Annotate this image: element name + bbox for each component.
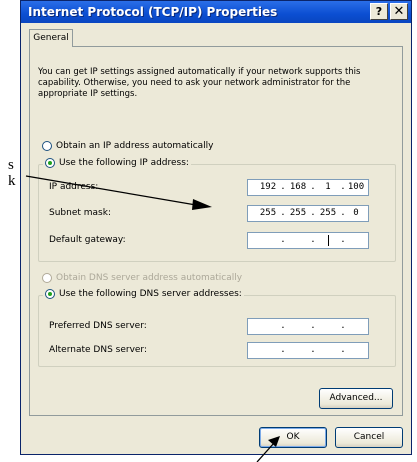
alternate-dns-field[interactable]: ... xyxy=(247,342,369,359)
obtain-ip-auto-label: Obtain an IP address automatically xyxy=(56,141,214,151)
default-gateway-label: Default gateway: xyxy=(49,235,126,245)
ip-octet: 255 xyxy=(289,208,307,218)
ip-address-label: IP address: xyxy=(49,182,99,192)
dns-server-group: Use the following DNS server addresses: … xyxy=(38,289,396,367)
close-button[interactable]: ✕ xyxy=(390,3,408,20)
ip-octet: 100 xyxy=(347,182,365,192)
ip-octet: 192 xyxy=(259,182,277,192)
use-following-ip-radio[interactable] xyxy=(45,158,55,168)
obtain-dns-auto-option[interactable]: Obtain DNS server address automatically xyxy=(42,273,242,283)
ip-octet: 0 xyxy=(353,208,359,218)
intro-text: You can get IP settings assigned automat… xyxy=(38,67,361,99)
use-following-dns-option[interactable]: Use the following DNS server addresses: xyxy=(43,289,244,299)
obtain-ip-auto-option[interactable]: Obtain an IP address automatically xyxy=(42,141,214,151)
close-icon: ✕ xyxy=(393,4,405,19)
title-bar: Internet Protocol (TCP/IP) Properties ? … xyxy=(21,1,411,23)
use-following-dns-radio[interactable] xyxy=(45,289,55,299)
help-button[interactable]: ? xyxy=(370,3,388,20)
obtain-ip-auto-radio[interactable] xyxy=(42,141,52,151)
side-text-fragment-2: k xyxy=(8,173,16,189)
obtain-dns-auto-radio[interactable] xyxy=(42,273,52,283)
preferred-dns-label: Preferred DNS server: xyxy=(49,321,147,331)
window-title: Internet Protocol (TCP/IP) Properties xyxy=(28,5,278,19)
ip-octet: 255 xyxy=(319,208,337,218)
help-icon: ? xyxy=(375,5,383,18)
use-following-ip-option[interactable]: Use the following IP address: xyxy=(43,158,191,168)
preferred-dns-field[interactable]: ... xyxy=(247,318,369,335)
ip-octet: 168 xyxy=(289,182,307,192)
obtain-dns-auto-label: Obtain DNS server address automatically xyxy=(56,273,243,283)
side-text-fragment-1: s xyxy=(8,157,14,173)
alternate-dns-label: Alternate DNS server: xyxy=(49,345,148,355)
general-tab-panel: You can get IP settings assigned automat… xyxy=(29,46,403,416)
use-following-dns-label: Use the following DNS server addresses: xyxy=(59,289,242,299)
use-following-ip-label: Use the following IP address: xyxy=(59,158,189,168)
cancel-button[interactable]: Cancel xyxy=(335,427,403,448)
ip-octet: 255 xyxy=(259,208,277,218)
ip-address-field[interactable]: 192. 168. 1. 100 xyxy=(247,179,369,196)
default-gateway-field[interactable]: . . . xyxy=(247,232,369,249)
advanced-button[interactable]: Advanced... xyxy=(319,388,393,409)
ok-button[interactable]: OK xyxy=(259,427,327,448)
subnet-mask-field[interactable]: 255. 255. 255. 0 xyxy=(247,205,369,222)
tcpip-properties-dialog: Internet Protocol (TCP/IP) Properties ? … xyxy=(20,0,412,455)
tab-general[interactable]: General xyxy=(29,29,73,47)
ip-octet: 1 xyxy=(325,182,331,192)
subnet-mask-label: Subnet mask: xyxy=(49,208,111,218)
text-cursor xyxy=(328,235,329,246)
ip-address-group: Use the following IP address: IP address… xyxy=(38,158,396,262)
